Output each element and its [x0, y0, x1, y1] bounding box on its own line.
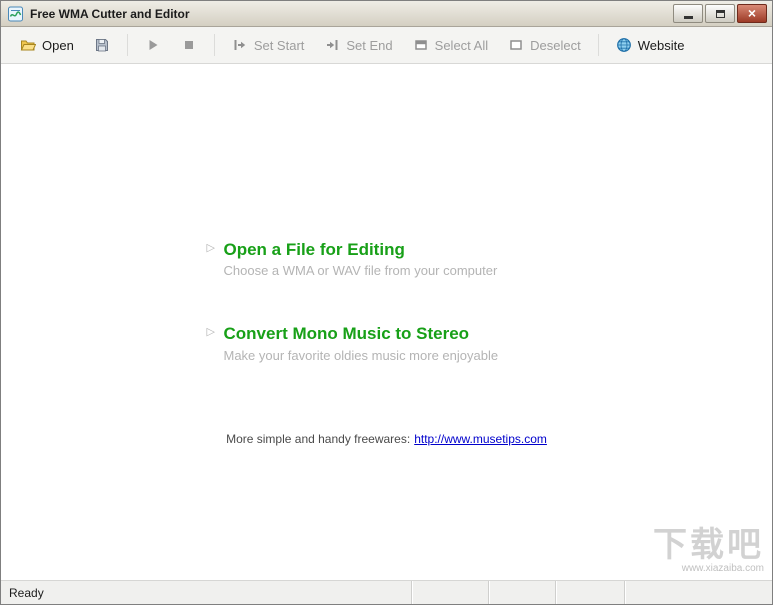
convert-mono-action-title: Convert Mono Music to Stereo	[223, 324, 470, 344]
footer-text: More simple and handy freewares:	[226, 432, 411, 446]
deselect-label: Deselect	[530, 37, 581, 53]
open-button-label: Open	[42, 37, 74, 53]
close-button[interactable]: ×	[737, 4, 767, 23]
toolbar-separator	[213, 34, 215, 56]
save-floppy-icon	[94, 37, 110, 53]
status-panel-ready: Ready	[1, 581, 412, 604]
globe-icon	[616, 37, 632, 53]
play-icon	[145, 37, 161, 53]
play-button	[136, 32, 170, 58]
convert-mono-action[interactable]: ▷ Convert Mono Music to Stereo Make your…	[207, 324, 567, 364]
stop-button	[172, 32, 206, 58]
watermark: 下载吧 www.xiazaiba.com	[653, 528, 764, 574]
maximize-button[interactable]	[705, 4, 735, 23]
musetips-link[interactable]: http://www.musetips.com	[414, 432, 547, 446]
stop-icon	[181, 37, 197, 53]
titlebar[interactable]: Free WMA Cutter and Editor ×	[1, 1, 772, 27]
open-file-action-subtitle: Choose a WMA or WAV file from your compu…	[223, 263, 498, 279]
arrow-bullet-icon: ▷	[206, 242, 215, 254]
open-button[interactable]: Open	[11, 32, 83, 58]
open-folder-icon	[20, 37, 36, 53]
toolbar-separator	[597, 34, 599, 56]
window-controls: ×	[673, 4, 767, 23]
set-start-button: Set Start	[223, 32, 314, 58]
arrow-bullet-icon: ▷	[206, 326, 215, 339]
status-panel	[625, 581, 772, 604]
toolbar: Open Set Start Set End Select All Desele…	[1, 27, 772, 64]
close-icon: ×	[747, 5, 757, 21]
convert-mono-action-subtitle: Make your favorite oldies music more enj…	[223, 347, 499, 363]
select-all-button: Select All	[404, 32, 497, 58]
client-area: ▷ Open a File for Editing Choose a WMA o…	[1, 64, 772, 580]
task-links: ▷ Open a File for Editing Choose a WMA o…	[207, 240, 567, 409]
open-file-action[interactable]: ▷ Open a File for Editing Choose a WMA o…	[207, 240, 567, 280]
statusbar: Ready	[1, 580, 772, 604]
select-all-icon	[413, 37, 429, 53]
status-panel	[489, 581, 556, 604]
watermark-url: www.xiazaiba.com	[681, 563, 764, 574]
maximize-icon	[715, 9, 725, 18]
open-file-action-title: Open a File for Editing	[223, 240, 405, 259]
save-button	[85, 32, 119, 58]
app-window: Free WMA Cutter and Editor × Open Set St…	[0, 0, 773, 605]
status-panel	[412, 581, 489, 604]
minimize-button[interactable]	[673, 4, 703, 23]
set-start-label: Set Start	[253, 37, 305, 53]
deselect-icon	[508, 37, 524, 53]
set-end-button: Set End	[315, 32, 401, 58]
set-end-label: Set End	[346, 37, 393, 53]
freeware-footer: More simple and handy freewares: http://w…	[1, 432, 772, 446]
set-end-icon	[324, 37, 340, 53]
toolbar-separator	[126, 34, 128, 56]
set-start-icon	[232, 37, 248, 53]
status-panel	[556, 581, 625, 604]
watermark-title: 下载吧	[653, 526, 764, 564]
website-label: Website	[637, 37, 685, 53]
deselect-button: Deselect	[499, 32, 590, 58]
app-icon	[7, 6, 24, 22]
select-all-label: Select All	[434, 37, 489, 53]
window-title: Free WMA Cutter and Editor	[30, 6, 190, 21]
website-button[interactable]: Website	[607, 32, 694, 58]
minimize-icon	[683, 16, 693, 19]
status-text: Ready	[9, 585, 44, 600]
